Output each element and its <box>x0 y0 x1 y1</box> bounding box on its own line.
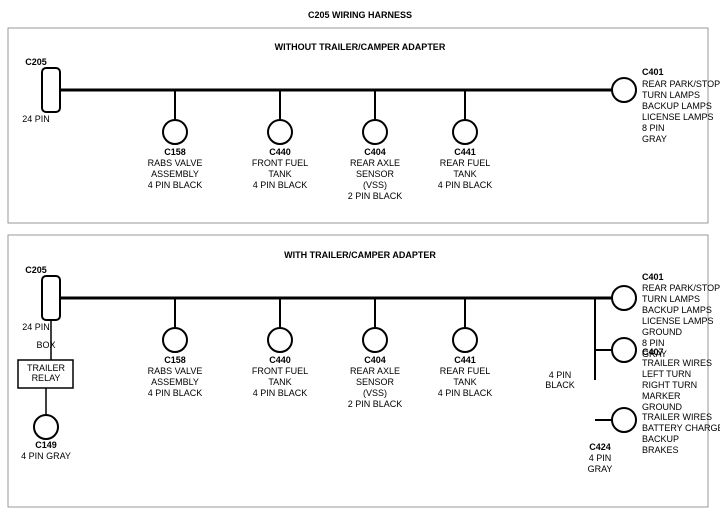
s2-c440-label1: FRONT FUEL <box>252 366 308 376</box>
s2-c401-label4: LICENSE LAMPS <box>642 316 714 326</box>
s1-c205-pins: 24 PIN <box>22 114 50 124</box>
s2-c407-label5: GROUND <box>642 402 682 412</box>
s1-c441-label3: 4 PIN BLACK <box>438 180 493 190</box>
s2-relay-box-label2: RELAY <box>32 373 61 383</box>
diagram-container: C205 WIRING HARNESS WITHOUT TRAILER/CAMP… <box>0 0 720 517</box>
s2-relay-box-label1: TRAILER <box>27 363 66 373</box>
diagram-title: C205 WIRING HARNESS <box>308 10 412 20</box>
s2-c404-label3: (VSS) <box>363 388 387 398</box>
s1-c158-label3: 4 PIN BLACK <box>148 180 203 190</box>
s1-c158-label2: ASSEMBLY <box>151 169 199 179</box>
s2-c401-label1: REAR PARK/STOP <box>642 283 720 293</box>
s1-c440-label3: 4 PIN BLACK <box>253 180 308 190</box>
s2-c149-id: C149 <box>35 440 57 450</box>
s2-c424-color: GRAY <box>588 464 613 474</box>
section1-label: WITHOUT TRAILER/CAMPER ADAPTER <box>275 42 446 52</box>
s1-c441-id: C441 <box>454 147 476 157</box>
s2-c149-label: 4 PIN GRAY <box>21 451 71 461</box>
s2-c158-label3: 4 PIN BLACK <box>148 388 203 398</box>
s2-c401-label3: BACKUP LAMPS <box>642 305 712 315</box>
s1-c440-id: C440 <box>269 147 291 157</box>
s2-c440-id: C440 <box>269 355 291 365</box>
s2-c440-label3: 4 PIN BLACK <box>253 388 308 398</box>
s2-c424-label4: BRAKES <box>642 445 679 455</box>
s1-c404-label2: SENSOR <box>356 169 395 179</box>
s2-c401-label2: TURN LAMPS <box>642 294 700 304</box>
s1-c441-label1: REAR FUEL <box>440 158 491 168</box>
s2-c407-label4: MARKER <box>642 391 681 401</box>
s1-c404-label1: REAR AXLE <box>350 158 400 168</box>
s1-c401-label1: REAR PARK/STOP <box>642 79 720 89</box>
s1-c401-label3: BACKUP LAMPS <box>642 101 712 111</box>
s2-c440-label2: TANK <box>268 377 291 387</box>
s1-c440-label2: TANK <box>268 169 291 179</box>
s2-c205-pins: 24 PIN <box>22 322 50 332</box>
s1-c401-color: GRAY <box>642 134 667 144</box>
s2-c401-id: C401 <box>642 272 664 282</box>
s2-c407-pins: 4 PIN <box>549 370 572 380</box>
s1-c404-label4: 2 PIN BLACK <box>348 191 403 201</box>
s2-c404-label4: 2 PIN BLACK <box>348 399 403 409</box>
section2-label: WITH TRAILER/CAMPER ADAPTER <box>284 250 436 260</box>
s1-c401-label4: LICENSE LAMPS <box>642 112 714 122</box>
s2-c158-label2: ASSEMBLY <box>151 377 199 387</box>
s1-c441-label2: TANK <box>453 169 476 179</box>
s1-c404-id: C404 <box>364 147 386 157</box>
s1-c205-id: C205 <box>25 57 47 67</box>
s1-c158-id: C158 <box>164 147 186 157</box>
s1-c401-id: C401 <box>642 67 664 77</box>
s2-c441-id: C441 <box>454 355 476 365</box>
s1-c158-label1: RABS VALVE <box>148 158 203 168</box>
s2-c401-label5: GROUND <box>642 327 682 337</box>
s2-c407-label3: RIGHT TURN <box>642 380 697 390</box>
s2-c424-label3: BACKUP <box>642 434 679 444</box>
s1-c440-label1: FRONT FUEL <box>252 158 308 168</box>
s2-c404-label1: REAR AXLE <box>350 366 400 376</box>
s2-c407-color: BLACK <box>545 380 575 390</box>
wiring-diagram-svg: C205 WIRING HARNESS WITHOUT TRAILER/CAMP… <box>0 0 720 517</box>
s2-c158-id: C158 <box>164 355 186 365</box>
s2-c407-id: C407 <box>642 347 664 357</box>
s2-c424-id: C424 <box>589 442 611 452</box>
s2-c441-label3: 4 PIN BLACK <box>438 388 493 398</box>
s2-c441-label1: REAR FUEL <box>440 366 491 376</box>
s2-c205-id: C205 <box>25 265 47 275</box>
s1-c401-label2: TURN LAMPS <box>642 90 700 100</box>
s2-c424-label2: BATTERY CHARGE <box>642 423 720 433</box>
s2-c158-label1: RABS VALVE <box>148 366 203 376</box>
s2-c441-label2: TANK <box>453 377 476 387</box>
s2-c424-label1: TRAILER WIRES <box>642 412 712 422</box>
s2-c424-pins: 4 PIN <box>589 453 612 463</box>
s1-c401-pins: 8 PIN <box>642 123 665 133</box>
s2-c404-label2: SENSOR <box>356 377 395 387</box>
s2-relay-box-extra: BOX <box>36 340 55 350</box>
s2-c407-label2: LEFT TURN <box>642 369 691 379</box>
s2-c404-id: C404 <box>364 355 386 365</box>
s1-c404-label3: (VSS) <box>363 180 387 190</box>
s2-c407-label1: TRAILER WIRES <box>642 358 712 368</box>
